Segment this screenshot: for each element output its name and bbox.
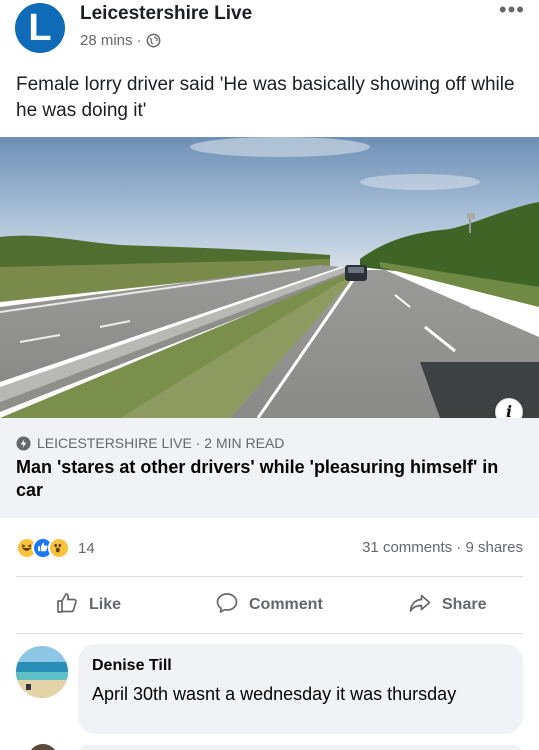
post-meta: 28 mins · [80,32,161,49]
comment-text: April 30th wasnt a wednesday it was thur… [92,684,457,704]
reactions-summary[interactable]: 14 [16,536,95,560]
comment: Denise Till April 30th wasnt a wednesday… [0,640,539,740]
link-source-text: LEICESTERSHIRE LIVE · 2 MIN READ [37,435,285,451]
wow-reaction-icon [48,537,70,559]
reaction-count: 14 [78,539,95,557]
comment-button[interactable]: Comment [215,592,323,618]
comment-label: Comment [249,596,323,613]
share-label: Share [442,596,487,613]
commenter-name[interactable]: Denise Till [92,657,172,675]
commenter-avatar[interactable] [16,646,68,698]
share-icon [408,591,432,620]
post-header: L Leicestershire Live 28 mins · ••• [0,0,539,62]
post-time[interactable]: 28 mins [80,32,133,49]
link-title[interactable]: Man 'stares at other drivers' while 'ple… [16,456,526,502]
divider [16,576,523,577]
meta-separator: · [136,32,142,49]
globe-icon [146,33,161,48]
like-label: Like [89,596,122,613]
comments-shares-count[interactable]: 31 comments · 9 shares [362,539,523,556]
comment-icon [215,591,239,620]
link-card[interactable]: LEICESTERSHIRE LIVE · 2 MIN READ Man 'st… [0,418,539,518]
more-icon[interactable]: ••• [499,0,525,21]
post-text: Female lorry driver said 'He was basical… [16,74,515,121]
action-bar: Like Comment Share [0,582,539,628]
share-button[interactable]: Share [408,592,486,618]
page-logo: L [28,7,52,49]
like-button[interactable]: Like [55,592,121,618]
next-commenter-avatar[interactable] [28,744,58,750]
like-icon [55,591,79,620]
next-comment-bubble [78,745,523,750]
link-preview-image[interactable] [0,137,539,418]
comment-bubble: Denise Till April 30th wasnt a wednesday… [78,644,523,734]
page-avatar[interactable]: L [15,3,65,53]
divider [16,633,523,634]
link-source: LEICESTERSHIRE LIVE · 2 MIN READ [16,435,284,451]
bolt-icon [16,435,31,451]
engagement-stats: 14 31 comments · 9 shares [0,530,539,566]
page-name[interactable]: Leicestershire Live [80,3,252,25]
